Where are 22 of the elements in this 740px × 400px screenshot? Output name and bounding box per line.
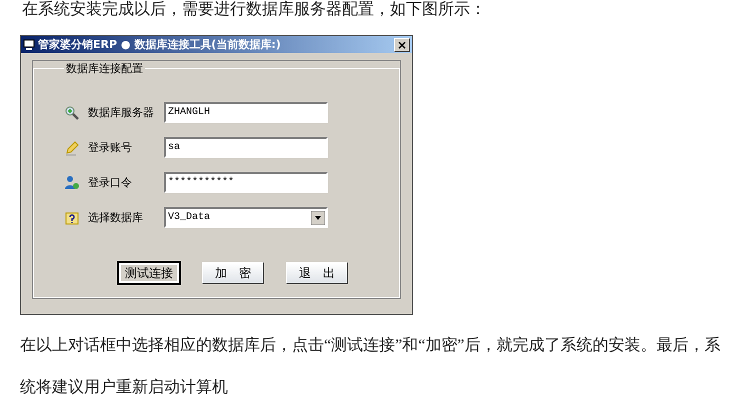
field-label: 登录账号 xyxy=(88,140,133,155)
user-icon xyxy=(64,174,80,190)
pencil-icon xyxy=(64,140,80,156)
close-button[interactable]: × xyxy=(394,38,410,52)
dialog-button[interactable]: 测试连接 xyxy=(118,262,180,284)
field-label: 登录口令 xyxy=(88,175,133,190)
input-field[interactable]: *********** xyxy=(164,172,328,193)
window-icon xyxy=(23,38,35,50)
magnifier-icon xyxy=(64,104,80,120)
database-dropdown[interactable]: V3_Data xyxy=(164,207,328,228)
intro-text: 在系统安装完成以后，需要进行数据库服务器配置，如下图所示： xyxy=(21,0,487,20)
input-field[interactable]: ZHANGLH xyxy=(164,102,328,123)
paragraph-text: 在以上对话框中选择相应的数据库后，点击“测试连接”和“加密”后，就完成了系统的安装。最后，系统将建议用户重新启动计算机 xyxy=(20,336,722,398)
dialog-button[interactable]: 加 密 xyxy=(202,262,264,284)
field-label: 选择数据库 xyxy=(88,210,144,225)
help-icon xyxy=(64,210,80,226)
input-field[interactable]: sa xyxy=(164,137,328,158)
dropdown-arrow-icon[interactable] xyxy=(311,210,325,224)
field-label: 数据库服务器 xyxy=(88,105,155,120)
group-title: 数据库连接配置 xyxy=(65,61,144,76)
window-title: 管家婆分销ERP ● 数据库连接工具(当前数据库:) xyxy=(38,37,282,52)
dialog-button[interactable]: 退 出 xyxy=(286,262,348,284)
